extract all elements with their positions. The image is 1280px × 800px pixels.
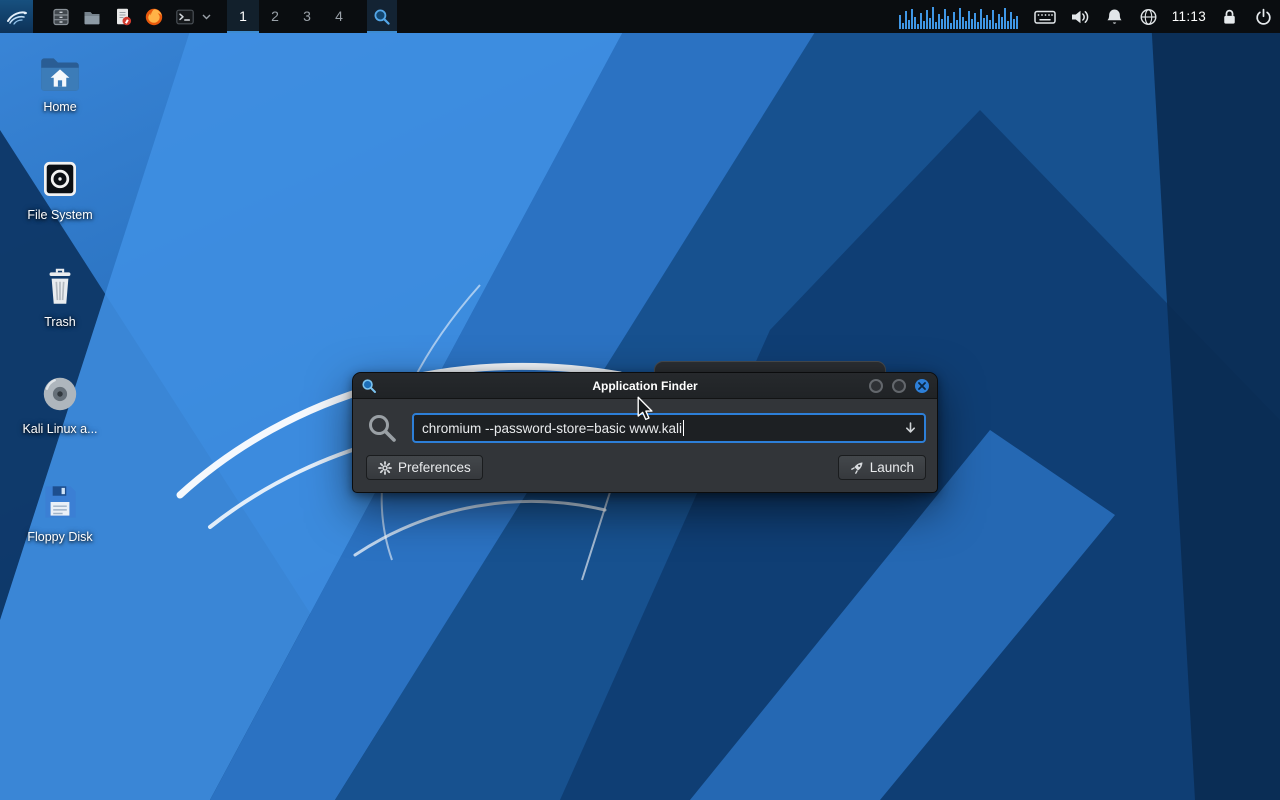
desktop-icon-home[interactable]: Home [12,52,108,114]
maximize-button[interactable] [892,379,906,393]
launch-label: Launch [870,460,914,475]
keyboard-icon[interactable] [1034,6,1056,28]
preferences-button[interactable]: Preferences [366,455,483,480]
globe-icon[interactable] [1138,6,1159,28]
launch-button[interactable]: Launch [838,455,926,480]
desktop-icon-label: Floppy Disk [27,530,92,544]
close-icon [918,382,926,390]
text-editor-launcher[interactable] [107,0,138,33]
floppy-icon [37,480,83,524]
terminal-launcher[interactable] [169,0,200,33]
launch-rocket-icon [850,461,864,475]
tasklist [367,0,397,33]
file-manager-launcher[interactable] [45,0,76,33]
trash-icon [37,265,83,309]
desktop-icon-label: Trash [44,315,76,329]
workspace-1[interactable]: 1 [227,0,259,33]
titlebar[interactable]: Application Finder [353,373,937,399]
close-button[interactable] [915,379,929,393]
clock[interactable]: 11:13 [1172,9,1206,24]
terminal-icon [175,7,195,27]
speaker-icon[interactable] [1069,6,1091,28]
search-icon [366,412,398,444]
bell-icon[interactable] [1104,6,1125,28]
desktop-icon-file-system[interactable]: File System [12,158,108,222]
disc-icon [37,372,83,416]
window-buttons [869,379,929,393]
workspace-2[interactable]: 2 [259,0,291,33]
appfinder-window-icon [361,378,377,394]
drive-icon [37,158,83,202]
desktop-icon-kali-cd[interactable]: Kali Linux a... [12,372,108,436]
file-cabinet-icon [51,7,71,27]
kali-logo-icon [5,5,29,29]
folder-launcher[interactable] [76,0,107,33]
minimize-button[interactable] [869,379,883,393]
magnifier-icon [373,8,391,26]
power-icon[interactable] [1253,6,1274,28]
document-icon [113,7,133,27]
lock-icon[interactable] [1219,6,1240,28]
terminal-dropdown-chevron[interactable] [200,0,213,33]
button-row: Preferences Launch [366,455,926,480]
folder-icon [82,7,102,27]
desktop-icon-label: Kali Linux a... [22,422,97,436]
application-finder-window: Application Finder chromium --password-s… [352,372,938,493]
preferences-label: Preferences [398,460,471,475]
desktop-icon-trash[interactable]: Trash [12,265,108,329]
task-application-finder[interactable] [367,0,397,33]
desktop-icon-label: Home [43,100,76,114]
kali-menu-button[interactable] [0,0,33,33]
firefox-icon [144,7,164,27]
panel-left: 1 2 3 4 [0,0,397,33]
desktop-icon-floppy[interactable]: Floppy Disk [12,480,108,544]
chevron-down-icon [202,14,211,20]
command-input-text: chromium --password-store=basic www.kali [422,421,682,436]
firefox-launcher[interactable] [138,0,169,33]
command-input[interactable]: chromium --password-store=basic www.kali [412,413,926,443]
finder-body: chromium --password-store=basic www.kali… [353,399,937,492]
panel-right: 11:13 [899,0,1280,33]
workspace-3[interactable]: 3 [291,0,323,33]
window-title: Application Finder [353,379,937,393]
workspace-switcher: 1 2 3 4 [227,0,355,33]
desktop-icon-label: File System [27,208,92,222]
text-caret [683,420,685,436]
cpu-graph[interactable] [899,5,1021,29]
search-row: chromium --password-store=basic www.kali [366,412,926,444]
top-panel: 1 2 3 4 [0,0,1280,33]
gear-icon [378,461,392,475]
workspace-4[interactable]: 4 [323,0,355,33]
dropdown-arrow-icon[interactable] [904,422,917,435]
home-folder-icon [37,52,83,94]
